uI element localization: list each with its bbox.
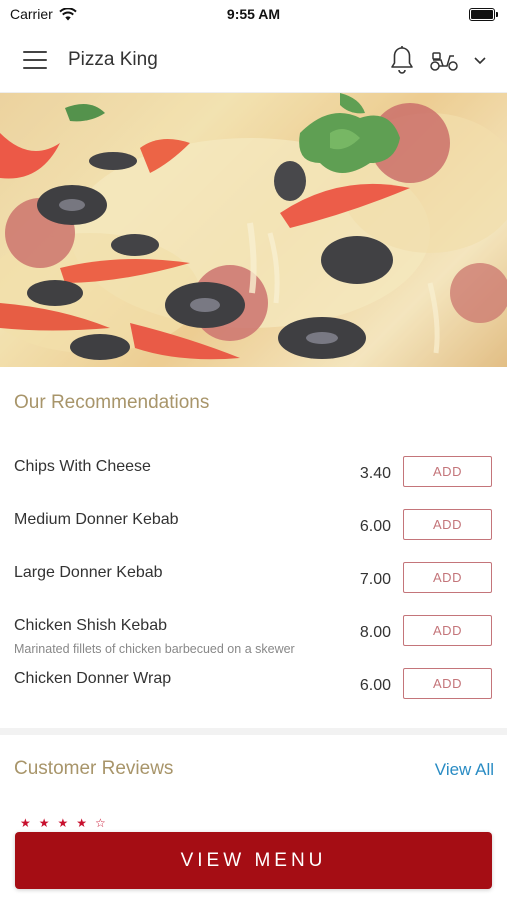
item-name: Large Donner Kebab: [14, 564, 163, 581]
item-name: Medium Donner Kebab: [14, 511, 179, 528]
app-title: Pizza King: [68, 49, 158, 70]
add-button[interactable]: ADD: [403, 615, 492, 646]
item-description: Marinated fillets of chicken barbecued o…: [14, 642, 295, 656]
battery-icon: [469, 7, 498, 21]
item-name: Chips With Cheese: [14, 458, 151, 475]
add-button[interactable]: ADD: [403, 668, 492, 699]
view-all-link[interactable]: View All: [435, 760, 494, 780]
item-price: 8.00: [359, 624, 391, 641]
list-item: Chicken Donner Wrap 6.00 ADD: [0, 658, 507, 711]
list-item: Large Donner Kebab 7.00 ADD: [0, 552, 507, 605]
list-item: Chicken Shish Kebab Marinated fillets of…: [0, 605, 507, 658]
rating-stars: ★★★★☆: [20, 816, 114, 830]
app-header: Pizza King: [0, 28, 507, 93]
item-price: 3.40: [359, 465, 391, 482]
reviews-title: Customer Reviews: [14, 758, 174, 779]
add-button[interactable]: ADD: [403, 509, 492, 540]
add-button[interactable]: ADD: [403, 562, 492, 593]
status-time: 9:55 AM: [226, 6, 281, 22]
scooter-icon[interactable]: [429, 48, 459, 72]
item-price: 6.00: [359, 677, 391, 694]
view-menu-button[interactable]: VIEW MENU: [15, 832, 492, 889]
section-divider: [0, 728, 507, 735]
menu-icon[interactable]: [23, 51, 47, 69]
bell-icon[interactable]: [389, 45, 415, 75]
hero-pizza-image: [0, 93, 507, 367]
item-name: Chicken Donner Wrap: [14, 670, 172, 687]
item-name: Chicken Shish Kebab: [14, 617, 167, 634]
add-button[interactable]: ADD: [403, 456, 492, 487]
chevron-down-icon[interactable]: [473, 55, 487, 65]
recommendations-title: Our Recommendations: [14, 392, 210, 413]
item-price: 6.00: [359, 518, 391, 535]
header-actions: [389, 45, 507, 75]
list-item: Chips With Cheese 3.40 ADD: [0, 446, 507, 499]
list-item: Medium Donner Kebab 6.00 ADD: [0, 499, 507, 552]
status-bar: Carrier 9:55 AM: [0, 0, 507, 28]
item-price: 7.00: [359, 571, 391, 588]
